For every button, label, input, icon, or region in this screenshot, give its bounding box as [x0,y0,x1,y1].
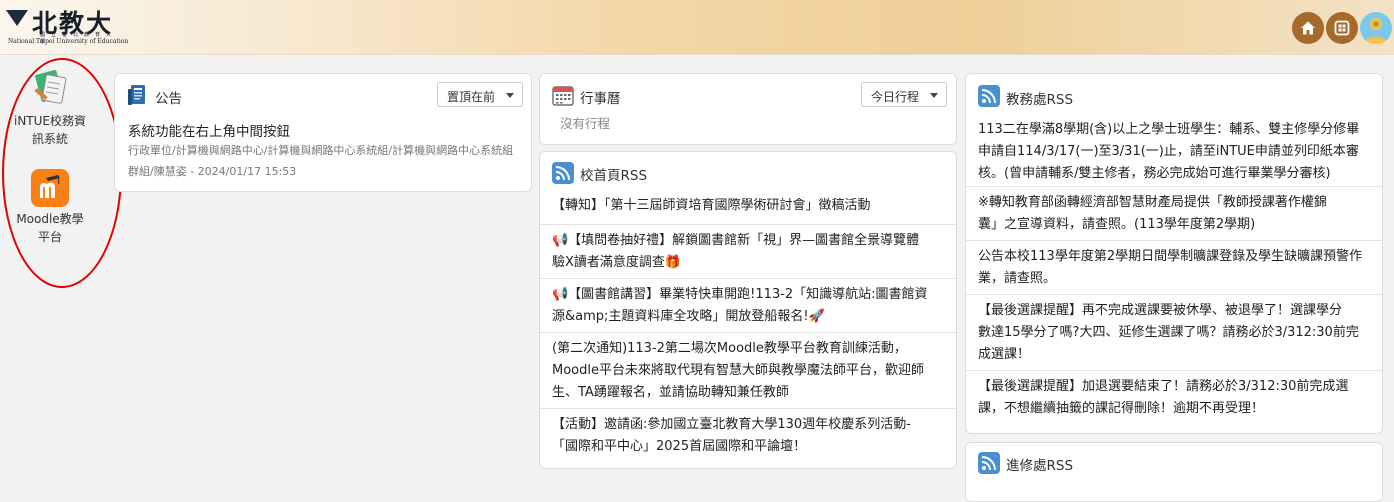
home-button[interactable] [1292,12,1324,44]
announcement-sort-select[interactable]: 置頂在前 [437,82,523,107]
rss-item-line: 📢【圖書館講習】畢業特快車開跑!113-2「知識導航站:圖書館資 [552,287,928,302]
chevron-down-icon [506,93,514,98]
rss-item-line: (第二次通知)113-2第二場次Moodle教學平台教育訓練活動， [552,341,907,356]
rss-item[interactable]: ※轉知教育部函轉經濟部智慧財產局提供「教師授課著作權錦 囊」之宣導資料，請查照。… [978,192,1370,236]
rss-item-line: 成選課！ [978,347,1031,362]
divider [540,408,956,409]
university-logo[interactable]: 北教大 國立臺北教育大學 National Taipei University … [4,4,128,50]
calendar-filter-select[interactable]: 今日行程 [861,82,947,107]
rss-item-line: 📢【填問卷抽好禮】解鎖圖書館新「視」界—圖書館全景導覽體 [552,233,920,248]
divider [540,224,956,225]
rss-item-line: 生、TA踴躍報名，並請協助轉知兼任教師 [552,385,789,400]
rss-item-line: 核。(曾申請輔系/雙主修者，務必完成始可進行畢業學分審核) [978,166,1331,181]
rss-item[interactable]: 【轉知】「第十三屆師資培育國際學術研討會」徵稿活動 [552,195,944,217]
rss-item-line: 課，不想繼續抽籤的課記得刪除！逾期不再受理！ [978,401,1265,416]
rss-item-line: 「國際和平中心」2025首屆國際和平論壇！ [552,439,807,454]
rss-item[interactable]: 【活動】邀請函:參加國立臺北教育大學130週年校慶系列活動- 「國際和平中心」2… [552,414,944,458]
rss-item[interactable]: 公告本校113學年度第2學期日間學制曠課登錄及學生缺曠課預警作 業，請查照。 [978,246,1370,290]
top-header: 北教大 國立臺北教育大學 National Taipei University … [0,0,1394,55]
academic-rss-card: 教務處RSS 113二在學滿8學期(含)以上之學士班學生：輔系、雙主修學分修畢 … [965,73,1383,434]
logo-subtitle-en: National Taipei University of Education [8,38,129,45]
divider [966,240,1382,241]
academic-rss-title: 教務處RSS [1006,92,1074,108]
rss-item[interactable]: 【最後選課提醒】再不完成選課要被休學、被退學了！選課學分 數達15學分了嗎?大四… [978,300,1370,366]
user-avatar-button[interactable] [1360,12,1392,44]
sidebar-item-intue-label-1: iNTUE校務資 [13,114,86,128]
homepage-rss-card: 校首頁RSS 【轉知】「第十三屆師資培育國際學術研討會」徵稿活動 📢【填問卷抽好… [539,151,957,469]
rss-item-line: Moodle平台未來將取代現有智慧大師與教學魔法師平台，歡迎師 [552,363,924,378]
divider [966,186,1382,187]
sidebar-item-moodle-label-1: Moodle教學 [16,212,84,226]
app-grid-button[interactable] [1326,12,1358,44]
rss-item-line: ※轉知教育部函轉經濟部智慧財產局提供「教師授課著作權錦 [978,195,1327,210]
user-avatar-icon [1365,18,1387,44]
rss-item-line: 【轉知】「第十三屆師資培育國際學術研討會」徵稿活動 [552,198,871,213]
grid-icon [1334,20,1350,36]
rss-item-line: 申請自114/3/17(一)至3/31(一)止，請至iNTUE申請並列印紙本審 [978,144,1359,159]
rss-item[interactable]: 📢【填問卷抽好禮】解鎖圖書館新「視」界—圖書館全景導覽體 驗X讀者滿意度調查🎁 [552,230,944,274]
calendar-icon [552,86,574,106]
rss-item[interactable]: 📢【圖書館講習】畢業特快車開跑!113-2「知識導航站:圖書館資 源&amp;主… [552,284,944,328]
rss-icon [978,452,1000,474]
rss-item-line: 囊」之宣導資料，請查照。(113學年度第2學期) [978,217,1256,232]
rss-item-line: 源&amp;主題資料庫全攻略」開放登船報名!🚀 [552,309,825,324]
extension-rss-card: 進修處RSS [965,442,1383,502]
moodle-icon [31,169,69,207]
announcement-sort-value: 置頂在前 [447,90,496,104]
books-icon [34,70,67,104]
calendar-empty-text: 沒有行程 [560,116,611,131]
divider [540,332,956,333]
sidebar-item-intue[interactable]: iNTUE校務資 訊系統 [0,70,100,148]
extension-rss-title: 進修處RSS [1006,458,1074,474]
calendar-title: 行事曆 [580,91,621,107]
rss-item[interactable]: 113二在學滿8學期(含)以上之學士班學生：輔系、雙主修學分修畢 申請自114/… [978,119,1370,185]
sidebar-item-moodle-label-2: 平台 [37,230,62,244]
rss-item-line: 公告本校113學年度第2學期日間學制曠課登錄及學生缺曠課預警作 [978,249,1363,264]
rss-item-line: 【活動】邀請函:參加國立臺北教育大學130週年校慶系列活動- [552,417,911,432]
homepage-rss-title: 校首頁RSS [580,168,648,184]
rss-item[interactable]: (第二次通知)113-2第二場次Moodle教學平台教育訓練活動， Moodle… [552,338,944,404]
chevron-down-icon [930,93,938,98]
sidebar-item-intue-label-2: 訊系統 [31,132,68,146]
rss-item-line: 【最後選課提醒】加退選要結束了！請務必於3/312:30前完成選 [978,379,1349,394]
divider [540,278,956,279]
announcement-title: 公告 [155,91,182,107]
divider [966,294,1382,295]
announcement-entry-title[interactable]: 系統功能在右上角中間按鈕 [128,120,290,140]
divider [966,370,1382,371]
calendar-filter-value: 今日行程 [871,90,920,104]
shield-emblem-icon [6,10,28,26]
news-icon [128,85,145,105]
announcement-entry-meta-2: 群組/陳慧姿 - 2024/01/17 15:53 [128,165,297,178]
rss-item-line: 113二在學滿8學期(含)以上之學士班學生：輔系、雙主修學分修畢 [978,122,1360,137]
home-icon [1301,21,1315,35]
announcement-entry-meta-1: 行政單位/計算機與網路中心/計算機與網路中心系統組/計算機與網路中心系統組 [128,144,514,157]
calendar-card: 行事曆 今日行程 沒有行程 [539,73,957,145]
announcement-card: 公告 置頂在前 系統功能在右上角中間按鈕 行政單位/計算機與網路中心/計算機與網… [114,73,532,192]
sidebar-item-moodle[interactable]: Moodle教學 平台 [0,168,100,246]
rss-item-line: 業，請查照。 [978,271,1057,286]
rss-icon [978,85,1000,107]
rss-icon [552,162,574,184]
rss-item-line: 數達15學分了嗎?大四、延修生選課了嗎？請務必於3/312:30前完 [978,325,1359,340]
rss-item[interactable]: 【最後選課提醒】加退選要結束了！請務必於3/312:30前完成選 課，不想繼續抽… [978,376,1370,420]
rss-item-line: 【最後選課提醒】再不完成選課要被休學、被退學了！選課學分 [978,303,1343,318]
rss-item-line: 驗X讀者滿意度調查🎁 [552,255,682,270]
